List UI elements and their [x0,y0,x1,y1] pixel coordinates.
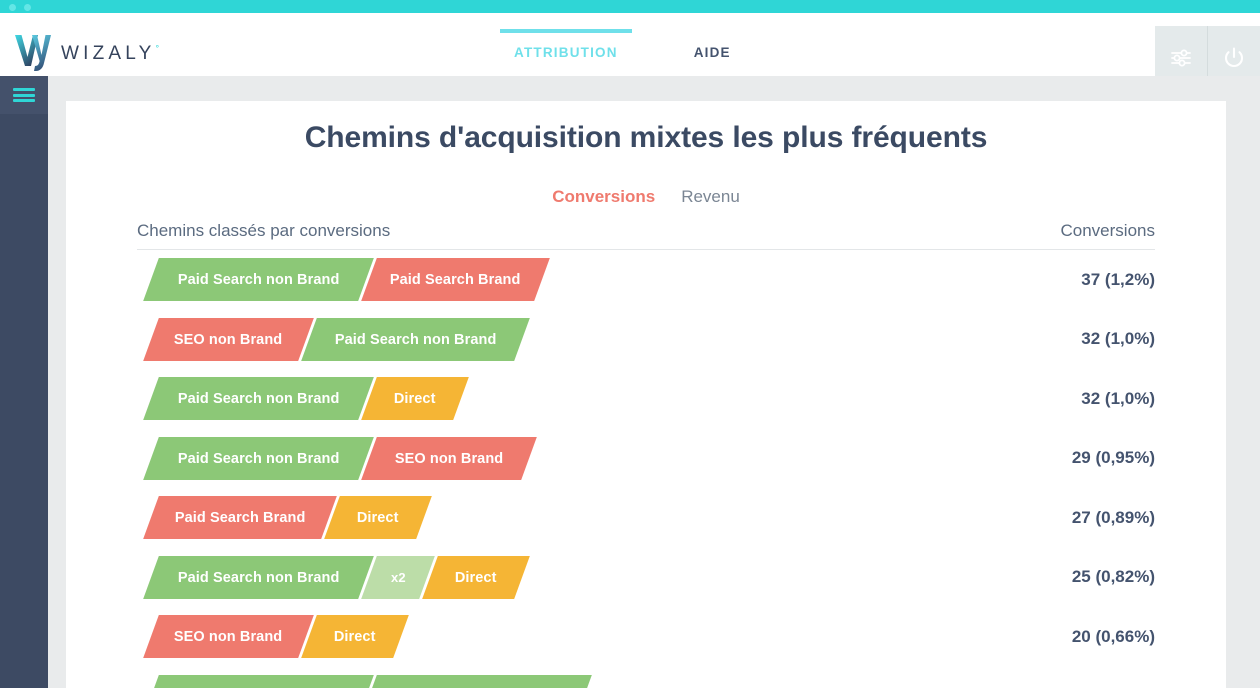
path-segment-label: SEO non Brand [174,331,283,348]
path-bar: SEO non Brand Paid Search non Brand [137,317,530,361]
row-conversions-value: 37 (1,2%) [1081,269,1155,289]
table-header-row: Chemins classés par conversions Conversi… [137,221,1155,250]
page-title: Chemins d'acquisition mixtes les plus fr… [304,121,988,154]
path-segment[interactable]: SEO non Brand [143,317,314,361]
brand-name: WIZALY° [61,43,160,64]
table-row[interactable]: Paid Search non Brand x2 Direct 25 (0,82%) [137,548,1155,608]
path-segment[interactable]: Paid Search non Brand [143,258,374,302]
path-segment[interactable]: Paid Search non Brand [301,317,530,361]
path-segment-label: Paid Search non Brand [177,569,340,586]
row-conversions-value: 25 (0,82%) [1071,567,1155,587]
path-bar: Paid Search non BrandPaid Search non Bra… [137,674,592,688]
hamburger-menu-icon [13,85,35,104]
path-segment-label: Direct [357,509,399,526]
nav-tab-aide[interactable]: AIDE [680,29,745,74]
column-header-conversions: Conversions [1060,221,1156,240]
power-icon [1224,46,1244,67]
path-bar: Paid Search non Brand x2 Direct [137,555,530,599]
path-segment[interactable]: Direct [301,615,409,659]
row-conversions-value: 32 (1,0%) [1081,329,1155,349]
path-segment[interactable]: Direct [324,496,432,540]
table-row[interactable]: Paid Search non Brand SEO non Brand 29 (0,… [137,429,1155,489]
path-segment-label: Paid Search Brand [390,271,521,288]
path-segment[interactable]: SEO non Brand [361,436,537,480]
settings-sliders-icon [1171,49,1191,66]
row-conversions-value: 32 (1,0%) [1081,388,1155,408]
table-row[interactable]: Paid Search non BrandPaid Search non Bra… [137,667,1155,688]
path-segment[interactable]: Direct [422,555,530,599]
path-bar: Paid Search non Brand Direct [137,377,469,421]
path-segment[interactable]: Paid Search non Brand [361,674,592,688]
report-card: Chemins d'acquisition mixtes les plus fr… [66,101,1226,688]
path-segment[interactable]: Paid Search Brand [361,258,550,302]
table-row[interactable]: SEO non Brand Direct 20 (0,66%) [137,607,1155,667]
row-conversions-value: 27 (0,89%) [1071,507,1155,527]
app-header: WIZALY° ATTRIBUTION AIDE [0,13,1260,89]
path-segment[interactable]: Direct [361,377,469,421]
path-bar: Paid Search non Brand Paid Search Brand [137,258,550,302]
window-dot-1 [9,4,16,11]
path-segment-label: Paid Search non Brand [177,271,340,288]
path-segment-label: Direct [455,569,497,586]
path-segment-label: SEO non Brand [394,450,504,467]
paths-table-body: Paid Search non Brand Paid Search Brand 37… [137,250,1155,688]
path-segment-label: Paid Search non Brand [177,390,340,407]
path-segment-label: Paid Search non Brand [177,450,340,467]
metric-tab-revenu[interactable]: Revenu [681,187,740,207]
nav-tab-attribution[interactable]: ATTRIBUTION [500,28,632,74]
brand-degree-symbol: ° [155,43,160,54]
row-conversions-value: 20 (0,66%) [1071,626,1155,646]
table-row[interactable]: Paid Search non Brand Direct 32 (1,0%) [137,369,1155,429]
path-segment-label: Direct [394,390,436,407]
path-segment[interactable]: Paid Search non Brand [143,377,374,421]
column-header-paths: Chemins classés par conversions [137,221,391,240]
path-bar: SEO non Brand Direct [137,615,409,659]
path-segment[interactable]: Paid Search non Brand [143,555,374,599]
path-segment[interactable]: Paid Search Brand [143,496,337,540]
browser-title-bar [0,0,1260,13]
path-bar: Paid Search Brand Direct [137,496,432,540]
brand-logo[interactable]: WIZALY° [14,33,159,73]
path-segment-label: Direct [334,628,376,645]
wizaly-w-logo-icon [15,35,51,71]
sidebar-menu-toggle[interactable] [0,76,48,114]
path-segment-label: Paid Search Brand [174,509,306,526]
path-segment[interactable]: SEO non Brand [143,615,314,659]
path-segment[interactable]: Paid Search non Brand [143,674,374,688]
table-row[interactable]: Paid Search Brand Direct 27 (0,89%) [137,488,1155,548]
path-bar: Paid Search non Brand SEO non Brand [137,436,537,480]
row-conversions-value: 29 (0,95%) [1071,448,1155,468]
table-row[interactable]: SEO non Brand Paid Search non Brand 32 (1,… [137,310,1155,370]
path-segment-label: x2 [390,569,406,585]
path-segment-label: SEO non Brand [174,628,283,645]
left-sidebar [0,76,48,688]
metric-tab-conversions[interactable]: Conversions [552,187,655,207]
window-dot-2 [24,4,31,11]
metric-tab-group: Conversions Revenu [66,187,1226,207]
main-navigation: ATTRIBUTION AIDE [500,26,745,76]
path-segment[interactable]: Paid Search non Brand [143,436,374,480]
table-row[interactable]: Paid Search non Brand Paid Search Brand 37… [137,250,1155,310]
path-segment-label: Paid Search non Brand [334,331,497,348]
